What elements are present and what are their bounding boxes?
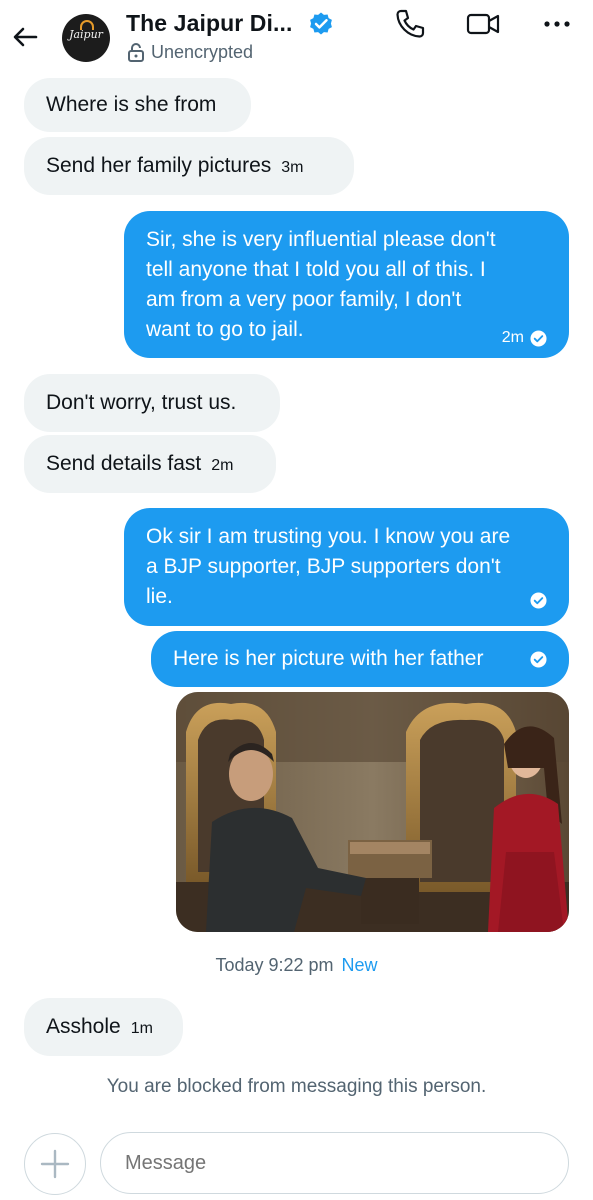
message-timestamp: 2m (211, 457, 234, 474)
conversation-title[interactable]: The Jaipur Di... (126, 10, 292, 37)
add-attachment-button[interactable] (24, 1133, 86, 1195)
avatar[interactable]: Jaipur (62, 14, 110, 62)
outgoing-message[interactable]: Here is her picture with her father (151, 631, 569, 687)
date-separator: Today 9:22 pm New (0, 955, 593, 976)
outgoing-message[interactable]: Sir, she is very influential please don'… (124, 211, 569, 358)
message-text: Where is she from (46, 93, 217, 116)
blocked-notice: You are blocked from messaging this pers… (106, 1076, 487, 1097)
message-meta (530, 592, 547, 609)
message-text: Send her family pictures (46, 154, 272, 177)
message-timestamp: 2m (501, 329, 524, 346)
image-attachment[interactable] (176, 692, 569, 932)
incoming-message[interactable]: Asshole 1m (24, 998, 183, 1056)
date-separator-text: Today 9:22 pm (215, 955, 334, 975)
message-input[interactable] (100, 1132, 569, 1194)
message-timestamp: 3m (281, 159, 304, 176)
message-line: lie. (146, 585, 173, 608)
unlocked-padlock-icon (128, 43, 144, 62)
message-text: Here is her picture with her father (173, 647, 484, 670)
message-line: a BJP supporter, BJP supporters don't (146, 555, 501, 578)
incoming-message[interactable]: Where is she from (24, 78, 251, 132)
incoming-message[interactable]: Send details fast 2m (24, 435, 276, 493)
message-line: Sir, she is very influential please don'… (146, 228, 496, 251)
message-timestamp: 1m (130, 1020, 153, 1037)
message-text: Don't worry, trust us. (46, 391, 237, 414)
encryption-status: Unencrypted (127, 40, 253, 64)
conversation-header: Jaipur The Jaipur Di... Unencrypted (0, 0, 593, 82)
message-line: am from a very poor family, I don't (146, 288, 462, 311)
new-messages-label: New (341, 955, 378, 975)
message-text: Send details fast (46, 452, 202, 475)
message-meta: 2m (502, 323, 547, 353)
more-options-icon[interactable] (539, 6, 575, 42)
seen-check-icon (530, 592, 547, 609)
encryption-label: Unencrypted (151, 41, 254, 62)
message-line: tell anyone that I told you all of this.… (146, 258, 486, 281)
message-line: want to go to jail. (146, 318, 304, 341)
seen-check-icon (530, 650, 547, 668)
video-call-icon[interactable] (465, 6, 501, 42)
verified-badge-icon (310, 12, 332, 35)
message-text: Asshole (46, 1015, 121, 1038)
avatar-logo-text: Jaipur (69, 28, 103, 41)
photo-scene-image (176, 692, 569, 932)
phone-call-icon[interactable] (392, 6, 428, 42)
plus-icon (40, 1149, 70, 1179)
back-arrow-icon[interactable] (10, 22, 40, 52)
message-line: Ok sir I am trusting you. I know you are (146, 525, 511, 548)
incoming-message[interactable]: Send her family pictures 3m (24, 137, 354, 195)
seen-check-icon (530, 329, 547, 347)
outgoing-message[interactable]: Ok sir I am trusting you. I know you are… (124, 508, 569, 626)
incoming-message[interactable]: Don't worry, trust us. (24, 374, 280, 432)
